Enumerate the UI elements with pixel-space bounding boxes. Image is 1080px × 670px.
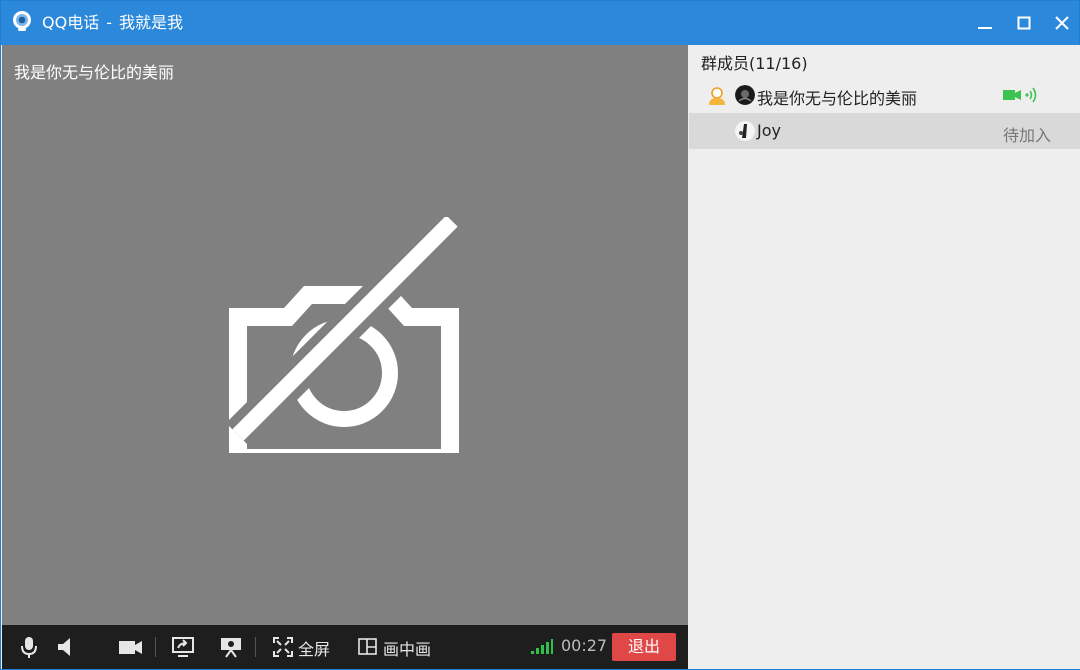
members-panel: 群成员(11/16) 我是你无与伦比的美丽 Joy 待加入 bbox=[689, 45, 1080, 669]
host-person-icon bbox=[709, 87, 725, 105]
toolbar-divider bbox=[255, 637, 256, 657]
avatar bbox=[735, 85, 755, 105]
title-bar[interactable]: QQ电话 - 我就是我 bbox=[1, 1, 1079, 45]
toolbar-divider bbox=[155, 637, 156, 657]
exit-call-button[interactable]: 退出 bbox=[612, 633, 676, 661]
call-timer: 00:27 bbox=[561, 636, 608, 655]
avatar bbox=[735, 121, 755, 141]
member-row[interactable]: 我是你无与伦比的美丽 bbox=[689, 77, 1080, 113]
picture-in-picture-icon[interactable] bbox=[357, 635, 379, 659]
fullscreen-button[interactable]: 全屏 bbox=[298, 636, 330, 660]
member-name: Joy bbox=[757, 121, 781, 140]
speaker-icon[interactable] bbox=[56, 635, 76, 659]
video-participant-name: 我是你无与伦比的美丽 bbox=[14, 63, 175, 82]
app-name: QQ电话 bbox=[42, 13, 100, 32]
member-row[interactable]: Joy 待加入 bbox=[689, 113, 1080, 149]
call-toolbar: 全屏 画中画 00:27 退出 bbox=[2, 625, 688, 669]
qq-call-window: QQ电话 - 我就是我 我是你无与伦比的美丽 全屏 画中画 00:27 退出 群… bbox=[0, 0, 1080, 670]
signal-strength-icon bbox=[531, 639, 553, 654]
video-speaking-icon bbox=[1003, 87, 1037, 103]
member-name: 我是你无与伦比的美丽 bbox=[757, 89, 918, 108]
screen-share-icon[interactable] bbox=[170, 635, 196, 659]
call-name: 我就是我 bbox=[118, 13, 183, 32]
qq-call-app-icon bbox=[13, 11, 31, 31]
close-button[interactable] bbox=[1050, 11, 1074, 35]
minimize-button[interactable] bbox=[973, 11, 997, 35]
fullscreen-icon[interactable] bbox=[272, 635, 294, 659]
microphone-icon[interactable] bbox=[18, 635, 40, 659]
camera-off-icon bbox=[228, 217, 462, 453]
title-separator: - bbox=[106, 13, 112, 32]
video-area[interactable]: 我是你无与伦比的美丽 bbox=[2, 45, 688, 625]
window-title: QQ电话 - 我就是我 bbox=[42, 12, 183, 34]
video-camera-icon[interactable] bbox=[118, 635, 144, 659]
members-title: 群成员(11/16) bbox=[701, 54, 808, 73]
presentation-icon[interactable] bbox=[218, 635, 244, 659]
picture-in-picture-button[interactable]: 画中画 bbox=[383, 636, 431, 660]
maximize-button[interactable] bbox=[1012, 11, 1036, 35]
member-status: 待加入 bbox=[1003, 126, 1052, 145]
